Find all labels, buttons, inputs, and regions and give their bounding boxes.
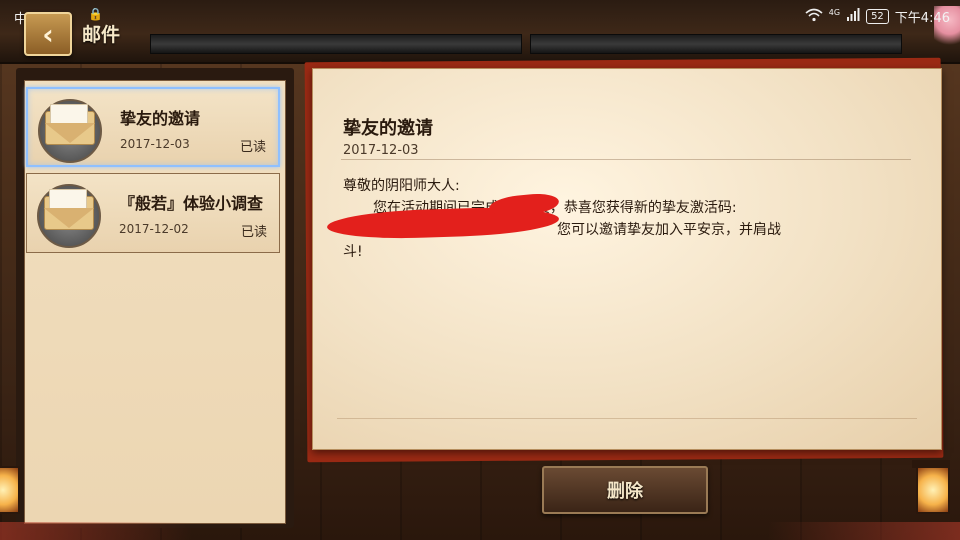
letter-greeting: 尊敬的阴阳师大人: — [343, 178, 460, 194]
mail-item-title: 挚友的邀请 — [120, 109, 201, 128]
back-button[interactable]: ‹ — [24, 12, 72, 56]
status-bar: 中国联通 🔒 4G 52 下午4:46 — [0, 0, 960, 28]
mail-list-item[interactable]: 『般若』体验小调查 2017-12-02 已读 — [26, 173, 280, 253]
delete-button[interactable]: 删除 — [542, 466, 708, 514]
wifi-icon — [805, 8, 823, 26]
letter-title: 挚友的邀请 — [343, 118, 433, 139]
lantern-icon — [0, 466, 20, 514]
letter-panel: 挚友的邀请 2017-12-03 尊敬的阴阳师大人: 您在活动期间已完成6场比赛… — [312, 68, 942, 450]
status-bar-right: 4G 52 下午4:46 — [805, 7, 950, 26]
lock-icon: 🔒 — [88, 7, 103, 21]
clock: 下午4:46 — [894, 11, 950, 26]
chevron-left-icon: ‹ — [42, 17, 54, 51]
mail-item-status: 已读 — [239, 140, 266, 155]
mail-list: 挚友的邀请 2017-12-03 已读 『般若』体验小调查 2017-12-02… — [24, 80, 286, 524]
letter-divider — [341, 159, 911, 160]
mail-item-status: 已读 — [240, 225, 267, 240]
letter-date: 2017-12-03 — [343, 143, 419, 158]
envelope-flap — [44, 208, 94, 228]
letter-body-line: 斗! — [343, 244, 363, 260]
mail-item-date: 2017-12-03 — [120, 137, 190, 151]
ground-glow — [0, 522, 960, 540]
signal-icon — [846, 8, 860, 25]
page-title: 邮件 — [82, 24, 121, 46]
mail-item-date: 2017-12-02 — [119, 222, 189, 236]
envelope-flap — [45, 123, 95, 143]
network-type: 4G — [828, 8, 841, 18]
beam-strip-right — [530, 34, 902, 54]
beam-strip-left — [150, 34, 522, 54]
letter-body-line: 您可以邀请挚友加入平安京，并肩战 — [557, 222, 781, 238]
mail-list-panel: 挚友的邀请 2017-12-03 已读 『般若』体验小调查 2017-12-02… — [16, 68, 294, 528]
lantern-icon — [916, 466, 950, 514]
battery-indicator: 52 — [866, 9, 889, 24]
mail-item-title: 『般若』体验小调查 — [119, 194, 264, 213]
mail-list-item[interactable]: 挚友的邀请 2017-12-03 已读 — [26, 87, 280, 167]
